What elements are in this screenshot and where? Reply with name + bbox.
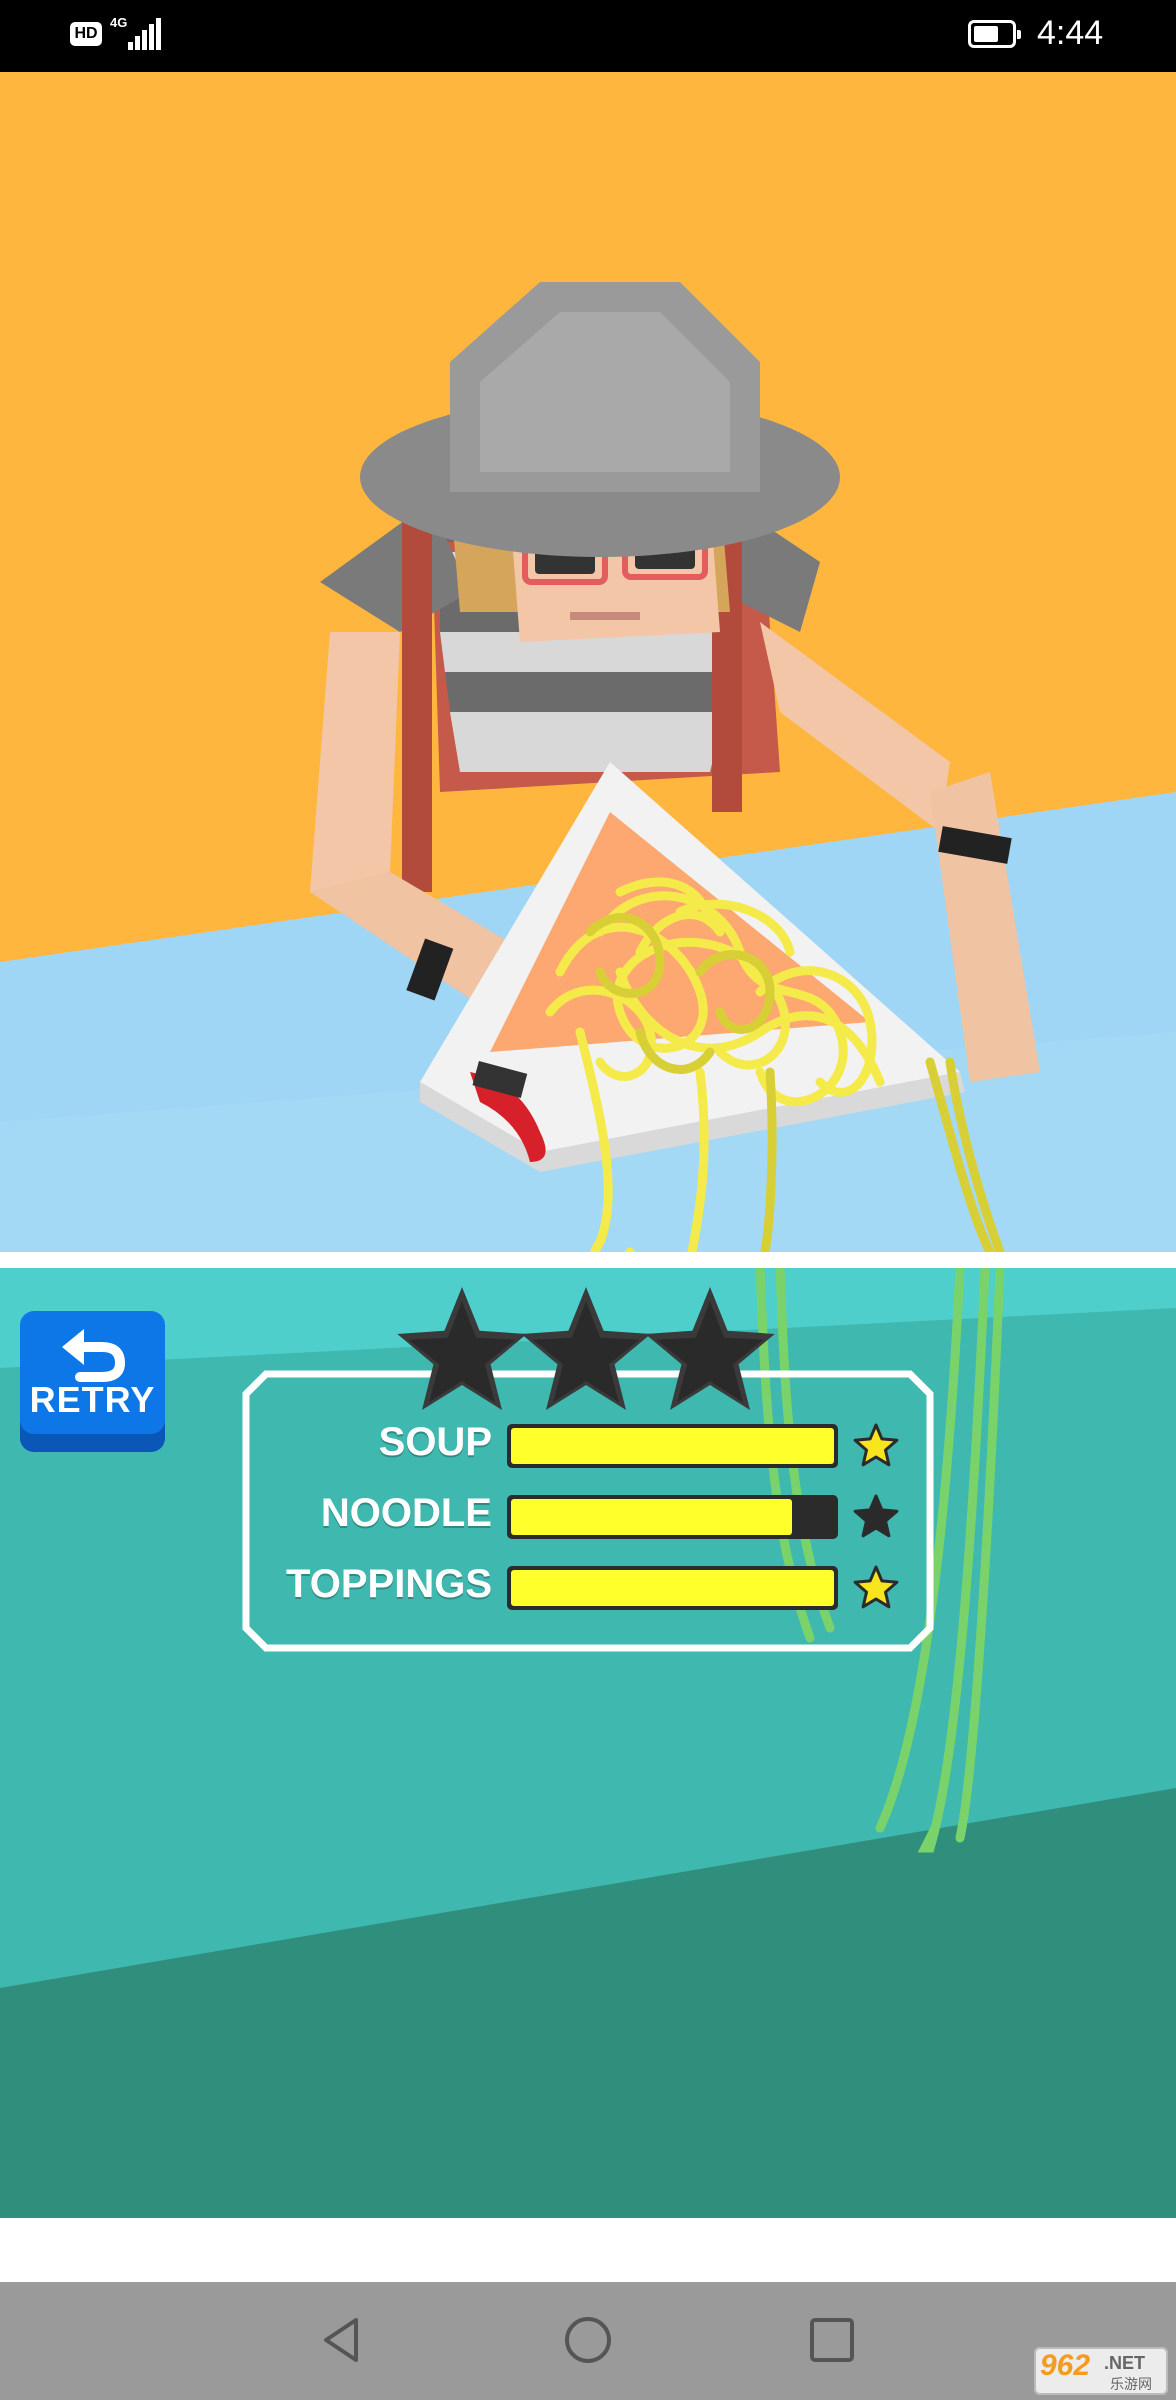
- score-progress-bar: [507, 1495, 838, 1539]
- score-progress-fill: [511, 1428, 834, 1464]
- scene-divider: [0, 1252, 1176, 1268]
- clock: 4:44: [1037, 14, 1104, 52]
- navigation-bar: [0, 2282, 1176, 2400]
- score-progress-fill: [511, 1570, 834, 1606]
- rating-star: [532, 1301, 640, 1403]
- score-progress-bar: [507, 1566, 838, 1610]
- watermark-sub: 乐游网: [1110, 2376, 1152, 2392]
- network-type: 4G: [110, 15, 128, 30]
- retry-button[interactable]: RETRY: [20, 1311, 165, 1452]
- chef-character-illustration: [0, 72, 1176, 1252]
- game-scene[interactable]: [0, 72, 1176, 1252]
- back-icon[interactable]: [312, 2310, 372, 2370]
- watermark-brand: 962: [1040, 2349, 1091, 2382]
- signal-icon: [128, 18, 162, 50]
- home-icon[interactable]: [558, 2310, 618, 2370]
- score-progress-fill: [511, 1499, 792, 1535]
- status-bar: HD 4G 4:44: [0, 0, 1176, 72]
- hd-badge: HD: [70, 22, 102, 46]
- retry-label: RETRY: [29, 1379, 156, 1420]
- undo-arrow-icon: [62, 1329, 126, 1382]
- score-row-star-icon: [853, 1423, 899, 1467]
- watermark: 962 .NET 乐游网: [1034, 2347, 1168, 2395]
- rating-star: [408, 1301, 516, 1403]
- rating-stars: [397, 1287, 775, 1410]
- score-row-label: SOUP: [378, 1420, 492, 1464]
- score-row-label: NOODLE: [320, 1491, 492, 1535]
- score-row-star-icon: [853, 1565, 899, 1609]
- watermark-suffix: .NET: [1104, 2353, 1146, 2373]
- rating-star: [656, 1301, 764, 1403]
- score-row-star-icon: [853, 1494, 899, 1538]
- score-progress-bar: [507, 1424, 838, 1468]
- recents-icon[interactable]: [802, 2310, 862, 2370]
- battery-icon: [968, 20, 1021, 48]
- score-row-label: TOPPINGS: [286, 1562, 492, 1606]
